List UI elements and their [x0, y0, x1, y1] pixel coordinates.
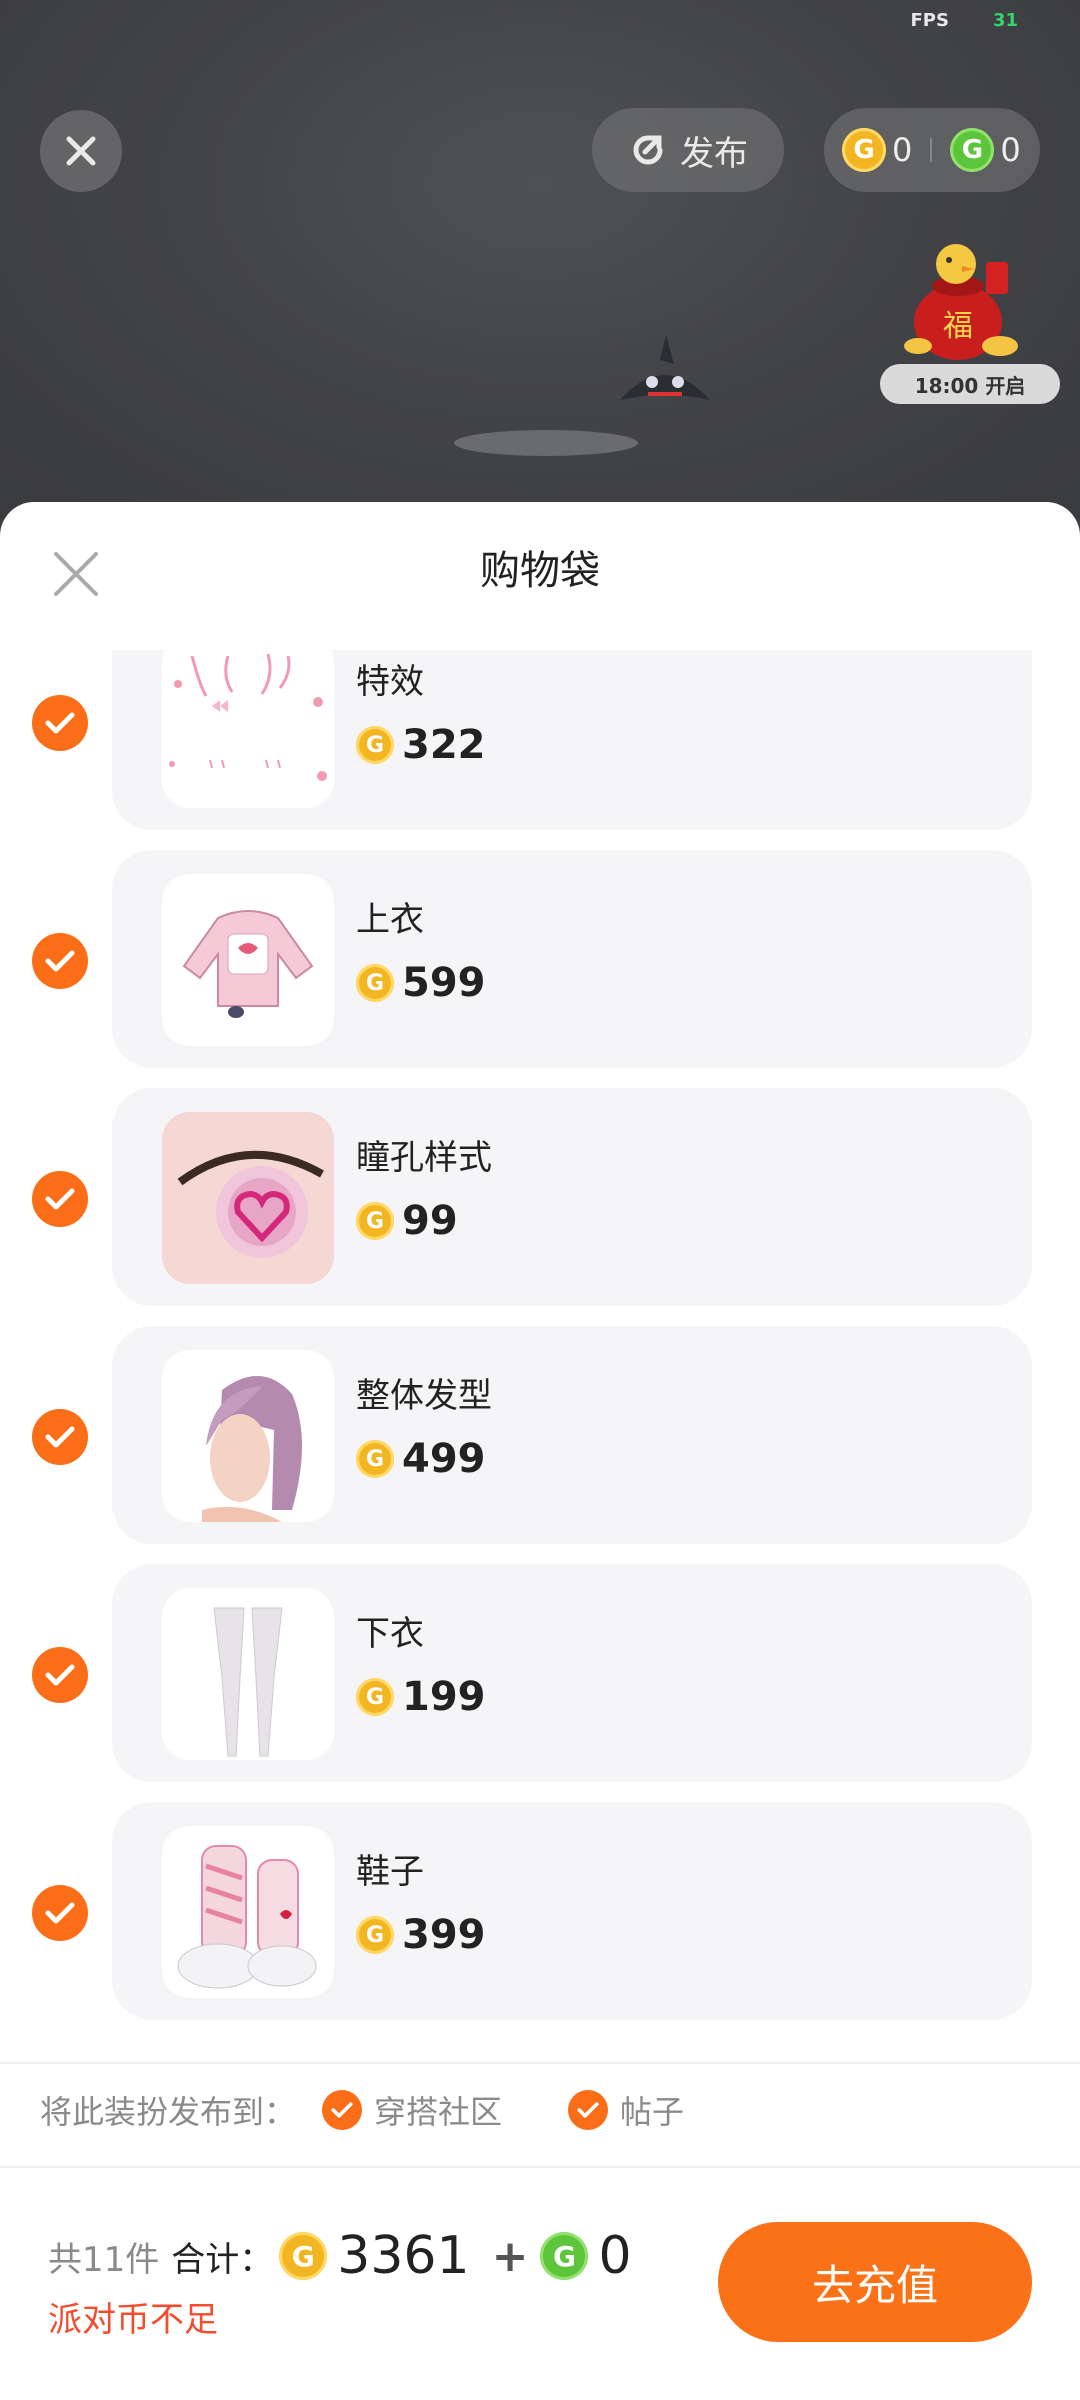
gold-coin-icon: G: [279, 2232, 328, 2280]
bottoms-thumbnail: [162, 1588, 334, 1760]
gold-coin-icon: G: [356, 964, 394, 1002]
total-label: 合计：: [171, 2239, 274, 2280]
publish-to-label: 将此装扮发布到：: [40, 2093, 297, 2131]
gold-coin-icon: G: [842, 128, 886, 172]
top-thumbnail: [162, 874, 334, 1046]
hairstyle-thumbnail: [162, 1350, 334, 1522]
publish-target-row: 将此装扮发布到： 穿搭社区 帖子: [40, 2080, 684, 2140]
green-coin-icon: G: [950, 128, 995, 172]
check-icon: [45, 1902, 75, 1924]
item-checkbox[interactable]: [32, 933, 88, 989]
currency-balance[interactable]: G 0 G 0: [824, 108, 1040, 192]
cart-item[interactable]: 特效 G 322: [0, 650, 1080, 830]
item-name: 下衣: [356, 1614, 424, 1654]
item-card[interactable]: 上衣 G 599: [112, 850, 1032, 1068]
item-checkbox[interactable]: [32, 1647, 88, 1703]
cart-item[interactable]: 上衣 G 599: [0, 850, 1080, 1068]
publish-option-label: 帖子: [620, 2093, 685, 2131]
item-card[interactable]: 瞳孔样式 G 99: [112, 1088, 1032, 1306]
item-name: 上衣: [356, 900, 424, 940]
green-balance: 0: [1000, 131, 1021, 169]
event-badge[interactable]: 福 18:00 开启: [880, 228, 1060, 404]
event-time: 18:00 开启: [880, 364, 1060, 404]
item-name: 整体发型: [356, 1376, 492, 1416]
item-count: 共11件: [48, 2239, 160, 2280]
item-checkbox[interactable]: [32, 1171, 88, 1227]
publish-button[interactable]: 发布: [592, 108, 784, 192]
item-price: G 99: [356, 1198, 458, 1244]
item-price: G 599: [356, 960, 486, 1006]
gold-balance: 0: [892, 131, 913, 169]
sheet-title: 购物袋: [480, 548, 600, 594]
cart-item[interactable]: 瞳孔样式 G 99: [0, 1088, 1080, 1306]
effect-thumbnail: [162, 650, 334, 808]
check-icon: [45, 1188, 75, 1210]
check-icon: [45, 1664, 75, 1686]
character-stage: [454, 430, 638, 456]
green-total: 0: [598, 2226, 632, 2286]
item-card[interactable]: 鞋子 G 399: [112, 1802, 1032, 2020]
fps-value: 31: [992, 10, 1018, 31]
check-icon: [45, 712, 75, 734]
item-price-value: 399: [402, 1912, 486, 1958]
pupil-thumbnail: [162, 1112, 334, 1284]
publish-label: 发布: [680, 133, 748, 174]
scene-close-button[interactable]: [40, 110, 122, 192]
shoes-thumbnail: [162, 1826, 334, 1998]
divider: [0, 2062, 1080, 2064]
item-name: 鞋子: [356, 1852, 424, 1892]
insufficient-warning: 派对币不足: [48, 2300, 218, 2340]
cart-item[interactable]: 整体发型 G 499: [0, 1326, 1080, 1544]
plus-sign: +: [491, 2230, 529, 2282]
recharge-button[interactable]: 去充值: [718, 2222, 1032, 2342]
item-card[interactable]: 下衣 G 199: [112, 1564, 1032, 1782]
gold-coin-icon: G: [356, 1678, 394, 1716]
item-price: G 499: [356, 1436, 486, 1482]
item-price: G 199: [356, 1674, 486, 1720]
cart-item[interactable]: 下衣 G 199: [0, 1564, 1080, 1782]
item-name: 特效: [356, 662, 424, 702]
gold-coin-icon: G: [356, 1202, 394, 1240]
item-name: 瞳孔样式: [356, 1138, 492, 1178]
check-icon: [568, 2090, 609, 2130]
cart-item[interactable]: 鞋子 G 399: [0, 1802, 1080, 2020]
item-price: G 322: [356, 722, 486, 768]
item-price-value: 322: [402, 722, 486, 768]
event-char: 福: [943, 309, 973, 344]
check-icon: [45, 950, 75, 972]
item-card[interactable]: 整体发型 G 499: [112, 1326, 1032, 1544]
divider: [0, 2166, 1080, 2168]
gold-coin-icon: G: [356, 1916, 394, 1954]
order-summary: 共11件 合计： G 3361 + G 0 派对币不足: [48, 2226, 642, 2341]
cart-item-list[interactable]: 特效 G 322 上衣 G 599 瞳孔样式 G 99 整体发型 G 499 下…: [0, 650, 1080, 2080]
item-checkbox[interactable]: [32, 695, 88, 751]
item-price-value: 99: [402, 1198, 458, 1244]
check-icon: [45, 1426, 75, 1448]
check-icon: [322, 2090, 363, 2130]
fps-label: FPS: [910, 10, 949, 31]
publish-option-post[interactable]: 帖子: [568, 2087, 684, 2133]
item-price-value: 199: [402, 1674, 486, 1720]
gold-coin-icon: G: [356, 1440, 394, 1478]
item-price-value: 499: [402, 1436, 486, 1482]
balance-separator: [930, 138, 933, 162]
item-checkbox[interactable]: [32, 1885, 88, 1941]
green-coin-icon: G: [540, 2232, 589, 2280]
gold-total: 3361: [337, 2226, 470, 2286]
close-icon: [66, 136, 96, 166]
gold-coin-icon: G: [356, 726, 394, 764]
total-line: 共11件 合计： G 3361 + G 0: [48, 2226, 642, 2286]
item-price: G 399: [356, 1912, 486, 1958]
item-price-value: 599: [402, 960, 486, 1006]
shark-character-icon: [620, 335, 710, 400]
publish-option-community[interactable]: 穿搭社区: [322, 2087, 502, 2133]
publish-option-label: 穿搭社区: [374, 2093, 503, 2131]
item-card[interactable]: 特效 G 322: [112, 650, 1032, 830]
publish-icon: [633, 135, 663, 165]
item-checkbox[interactable]: [32, 1409, 88, 1465]
lucky-bag-icon: 福: [904, 244, 1018, 360]
game-scene: FPS 31 发布 G 0 G 0 福 18:00 开启: [0, 0, 1080, 520]
fps-counter: FPS 31: [910, 10, 1018, 31]
